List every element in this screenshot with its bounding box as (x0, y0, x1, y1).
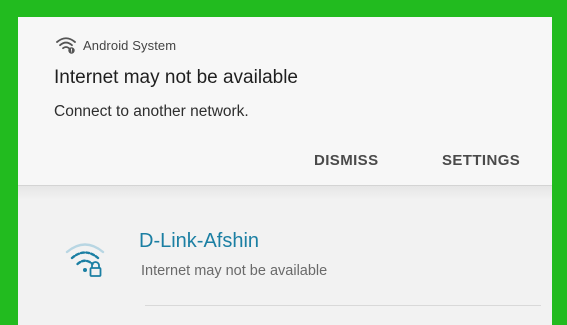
notification-header: Android System (56, 35, 176, 55)
wifi-ssid: D-Link-Afshin (139, 230, 260, 252)
list-divider (145, 305, 541, 306)
notification-app-name: Android System (83, 37, 177, 53)
notification-card[interactable]: Android System Internet may not be avail… (18, 17, 552, 185)
wifi-locked-icon (65, 243, 105, 277)
wifi-status: Internet may not be available (141, 263, 328, 279)
dismiss-button[interactable]: DISMISS (314, 152, 378, 169)
settings-button[interactable]: SETTINGS (442, 152, 520, 169)
notification-title: Internet may not be available (54, 67, 298, 88)
notification-body: Connect to another network. (54, 103, 249, 120)
wifi-alert-icon (56, 37, 76, 54)
wifi-network-item[interactable]: D-Link-Afshin Internet may not be availa… (18, 203, 552, 325)
notification-shadow (18, 186, 552, 200)
screen: Android System Internet may not be avail… (18, 17, 552, 325)
